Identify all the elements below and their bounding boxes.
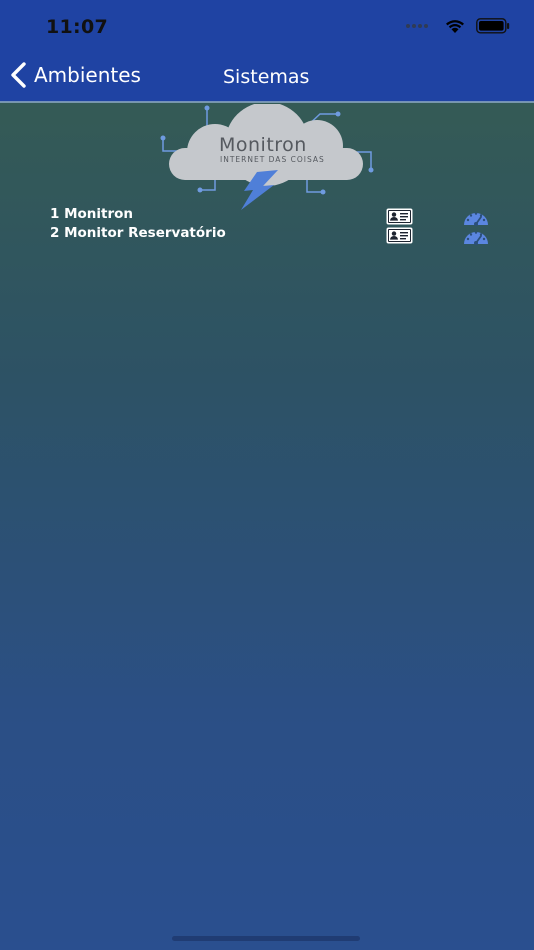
status-icons (406, 18, 510, 34)
back-chevron-icon (11, 62, 26, 88)
header-divider (0, 101, 534, 103)
status-time: 11:07 (46, 16, 108, 38)
logo-title: Monitron (219, 134, 307, 156)
dashboard-gauge-icon[interactable] (463, 228, 489, 245)
contact-card-icon[interactable] (386, 227, 413, 244)
contact-card-icon[interactable] (386, 208, 413, 225)
dashboard-gauge-icon[interactable] (463, 209, 489, 226)
app-screen: 11:07 Ambientes Sistemas Monitron INTERN… (0, 0, 534, 950)
item-label: 2 Monitor Reservatório (50, 225, 226, 241)
top-bar: 11:07 Ambientes Sistemas (0, 0, 534, 102)
wifi-icon (446, 20, 464, 33)
systems-list: 1 Monitron 2 Monitor Reservatório (0, 206, 534, 245)
home-indicator[interactable] (172, 936, 360, 941)
back-button[interactable]: Ambientes (10, 62, 141, 88)
monitron-logo: Monitron INTERNET DAS COISAS (155, 102, 380, 214)
back-label: Ambientes (34, 63, 141, 87)
item-label: 1 Monitron (50, 206, 134, 222)
signal-icon (406, 24, 428, 28)
list-item[interactable]: 1 Monitron (0, 206, 534, 226)
battery-icon (476, 18, 510, 34)
list-item[interactable]: 2 Monitor Reservatório (0, 225, 534, 245)
navigation-bar: Ambientes Sistemas (0, 60, 534, 96)
logo-subtitle: INTERNET DAS COISAS (220, 155, 325, 164)
page-title: Sistemas (223, 66, 310, 88)
